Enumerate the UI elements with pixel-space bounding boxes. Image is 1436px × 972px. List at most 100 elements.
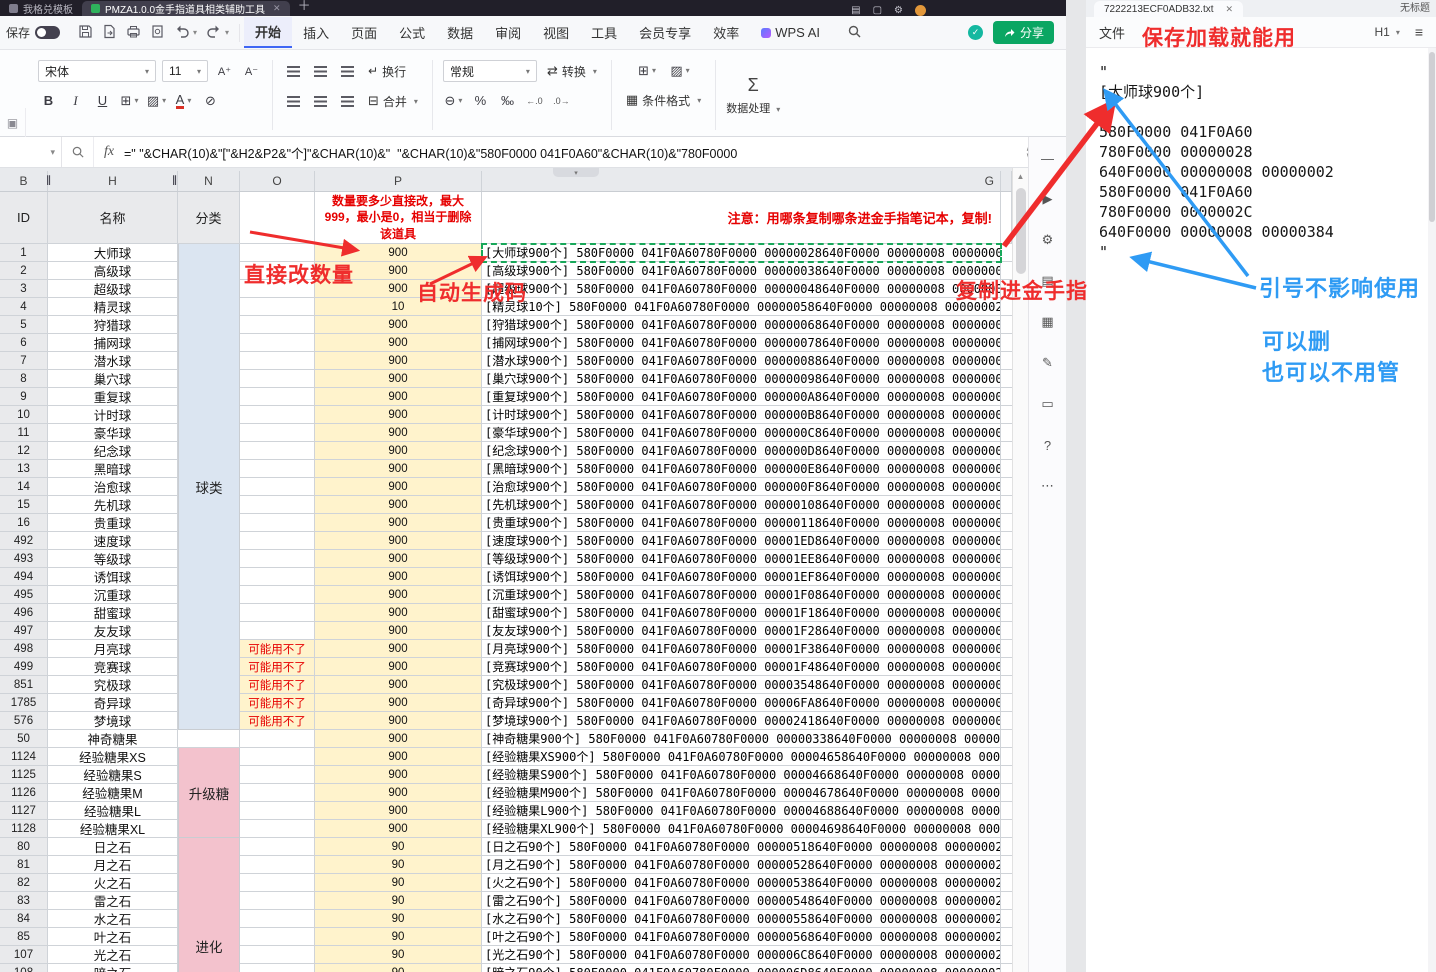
cell-item-id[interactable]: 12 (0, 442, 48, 460)
cell-cheat-code[interactable]: [精灵球10个] 580F0000 041F0A60780F0000 00000… (482, 298, 1001, 316)
cell-cheat-code[interactable]: [甜蜜球900个] 580F0000 041F0A60780F0000 0000… (482, 604, 1001, 622)
cell-cheat-code[interactable]: [速度球900个] 580F0000 041F0A60780F0000 0000… (482, 532, 1001, 550)
menu-开始[interactable]: 开始 (244, 17, 292, 48)
cell-note[interactable] (240, 514, 315, 532)
cell-item-id[interactable]: 2 (0, 262, 48, 280)
export-icon[interactable] (102, 24, 117, 42)
cell-note[interactable] (240, 604, 315, 622)
data-process-button[interactable]: Σ 数据处理 ▾ (716, 58, 790, 132)
cell-cheat-code[interactable]: [经验糖果M900个] 580F0000 041F0A60780F0000 00… (482, 784, 1001, 802)
cell-quantity[interactable]: 90 (315, 910, 482, 928)
cell-item-name[interactable]: 月亮球 (48, 640, 178, 658)
cell-next-col[interactable] (1001, 928, 1012, 946)
cell-item-id[interactable]: 499 (0, 658, 48, 676)
cell-cheat-code[interactable]: [纪念球900个] 580F0000 041F0A60780F0000 0000… (482, 442, 1001, 460)
cell-item-name[interactable]: 经验糖果L (48, 802, 178, 820)
cell-item-name[interactable]: 治愈球 (48, 478, 178, 496)
cell-note[interactable] (240, 910, 315, 928)
cell-note[interactable] (240, 730, 315, 748)
cell-quantity[interactable]: 900 (315, 352, 482, 370)
cell-item-id[interactable]: 492 (0, 532, 48, 550)
undo-caret-icon[interactable]: ▾ (193, 28, 197, 37)
print-icon[interactable] (126, 24, 141, 42)
cell-note[interactable] (240, 442, 315, 460)
cell-cheat-code[interactable]: [经验糖果L900个] 580F0000 041F0A60780F0000 00… (482, 802, 1001, 820)
cell-quantity[interactable]: 900 (315, 478, 482, 496)
cell-next-col[interactable] (1001, 676, 1012, 694)
cell-cheat-code[interactable]: [狩猎球900个] 580F0000 041F0A60780F0000 0000… (482, 316, 1001, 334)
cell-item-id[interactable]: 4 (0, 298, 48, 316)
font-family-select[interactable]: 宋体▾ (38, 60, 156, 82)
cell-note[interactable] (240, 334, 315, 352)
cell-item-name[interactable]: 友友球 (48, 622, 178, 640)
header-name[interactable]: 名称 (48, 192, 178, 244)
cell-note[interactable] (240, 532, 315, 550)
decrease-font-icon[interactable]: A⁻ (241, 61, 262, 82)
cell-next-col[interactable] (1001, 406, 1012, 424)
menu-页面[interactable]: 页面 (340, 18, 388, 47)
notepad-tab[interactable]: 7222213ECF0ADB32.txt ✕ (1094, 1, 1243, 17)
cell-next-col[interactable] (1001, 316, 1012, 334)
cell-item-name[interactable]: 经验糖果S (48, 766, 178, 784)
cell-item-name[interactable]: 竞赛球 (48, 658, 178, 676)
font-color-icon[interactable]: A▾ (173, 90, 194, 111)
cell-quantity[interactable]: 900 (315, 424, 482, 442)
underline-button[interactable]: U (92, 90, 113, 111)
cell-item-name[interactable]: 超级球 (48, 280, 178, 298)
cell-item-name[interactable]: 甜蜜球 (48, 604, 178, 622)
close-tab-icon[interactable]: ✕ (273, 3, 281, 14)
settings-icon[interactable]: ⚙ (894, 5, 903, 16)
increase-decimal-icon[interactable]: .0→ (551, 90, 572, 111)
cell-note[interactable] (240, 802, 315, 820)
cell-cheat-code[interactable]: [沉重球900个] 580F0000 041F0A60780F0000 0000… (482, 586, 1001, 604)
name-box[interactable]: ▾ (0, 137, 62, 167)
cell-cheat-code[interactable]: [梦境球900个] 580F0000 041F0A60780F0000 0000… (482, 712, 1001, 730)
redo-icon[interactable] (206, 24, 222, 41)
cell-quantity[interactable]: 90 (315, 874, 482, 892)
cell-next-col[interactable] (1001, 496, 1012, 514)
cell-quantity[interactable]: 90 (315, 964, 482, 972)
cell-note[interactable] (240, 496, 315, 514)
cell-next-col[interactable] (1001, 586, 1012, 604)
hidden-columns-icon[interactable]: ∥ (46, 175, 51, 186)
cell-note[interactable] (240, 388, 315, 406)
cell-item-name[interactable]: 等级球 (48, 550, 178, 568)
cell-next-col[interactable] (1001, 658, 1012, 676)
cell-item-id[interactable]: 497 (0, 622, 48, 640)
cell-item-id[interactable]: 1128 (0, 820, 48, 838)
cell-next-col[interactable] (1001, 640, 1012, 658)
cell-category[interactable] (178, 730, 240, 748)
cell-quantity[interactable]: 900 (315, 334, 482, 352)
cell-cheat-code[interactable]: [捕网球900个] 580F0000 041F0A60780F0000 0000… (482, 334, 1001, 352)
cell-cheat-code[interactable]: [大师球900个] 580F0000 041F0A60780F0000 0000… (482, 244, 1001, 262)
percent-format-icon[interactable]: % (470, 90, 491, 111)
header-quantity-note[interactable]: 数量要多少直接改，最大999，最小是0，相当于删除该道具 (315, 192, 482, 244)
cell-cheat-code[interactable]: [友友球900个] 580F0000 041F0A60780F0000 0000… (482, 622, 1001, 640)
avatar[interactable] (915, 5, 926, 16)
save-icon[interactable] (78, 24, 93, 42)
settings-icon[interactable]: ⚙ (1039, 231, 1057, 249)
accounting-format-icon[interactable]: ⊖▾ (443, 90, 464, 111)
undo-icon[interactable] (174, 24, 190, 41)
document-tab-1[interactable]: 我格兑模板 (0, 1, 82, 16)
column-header-O[interactable]: O (240, 171, 315, 191)
cell-cheat-code[interactable]: [叶之石90个] 580F0000 041F0A60780F0000 00000… (482, 928, 1001, 946)
cell-item-name[interactable]: 速度球 (48, 532, 178, 550)
cell-cheat-code[interactable]: [等级球900个] 580F0000 041F0A60780F0000 0000… (482, 550, 1001, 568)
cell-cheat-code[interactable]: [奇异球900个] 580F0000 041F0A60780F0000 0000… (482, 694, 1001, 712)
cell-note[interactable] (240, 370, 315, 388)
cell-note[interactable]: 可能用不了 (240, 658, 315, 676)
cell-item-id[interactable]: 1126 (0, 784, 48, 802)
cell-note[interactable] (240, 946, 315, 964)
cell-cheat-code[interactable]: [月亮球900个] 580F0000 041F0A60780F0000 0000… (482, 640, 1001, 658)
cell-item-name[interactable]: 纪念球 (48, 442, 178, 460)
column-header-B[interactable]: B (0, 171, 48, 191)
cell-item-name[interactable]: 奇异球 (48, 694, 178, 712)
cell-quantity[interactable]: 90 (315, 946, 482, 964)
cell-note[interactable]: 可能用不了 (240, 712, 315, 730)
cell-item-name[interactable]: 光之石 (48, 946, 178, 964)
cell-quantity[interactable]: 900 (315, 658, 482, 676)
cell-quantity[interactable]: 900 (315, 586, 482, 604)
cell-note[interactable] (240, 892, 315, 910)
conditional-format-button[interactable]: ▦条件格式▾ (622, 89, 705, 111)
